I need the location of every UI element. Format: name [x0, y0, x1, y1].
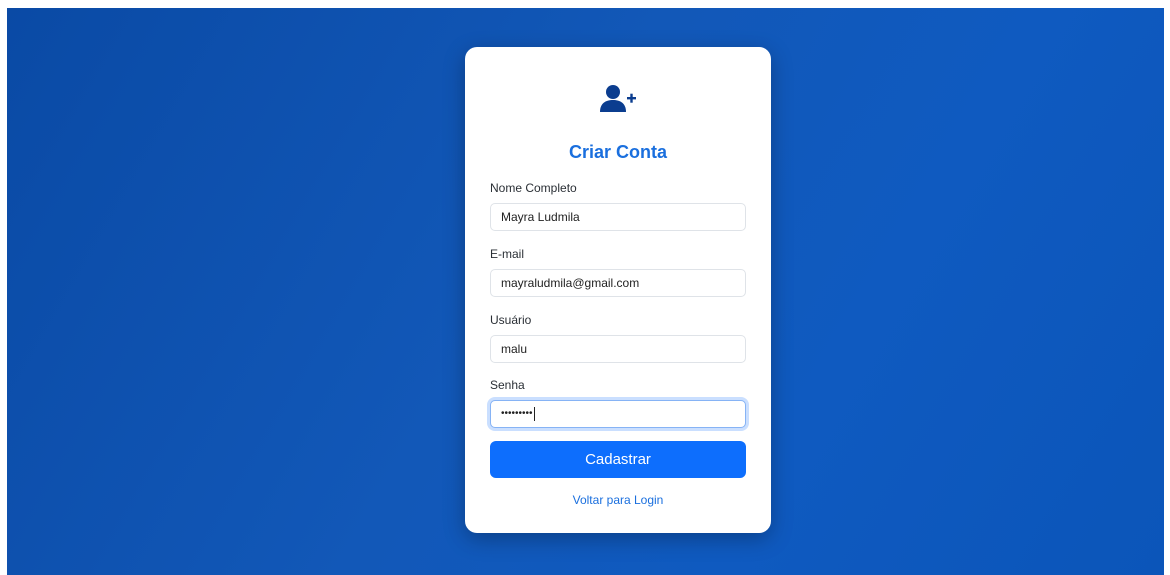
full-name-label: Nome Completo	[490, 181, 577, 195]
page-title: Criar Conta	[568, 142, 667, 162]
username-label: Usuário	[490, 313, 532, 327]
signup-card: Criar Conta Nome Completo Mayra Ludmila …	[465, 47, 771, 533]
back-to-login-link[interactable]: Voltar para Login	[465, 493, 771, 507]
username-input[interactable]: malu	[490, 335, 746, 363]
email-label: E-mail	[490, 247, 525, 261]
full-name-value: Mayra Ludmila	[501, 210, 580, 224]
email-input[interactable]: mayraludmila@gmail.com	[490, 269, 746, 297]
password-value: •••••••••	[501, 408, 533, 419]
user-plus-icon	[600, 85, 636, 112]
header-icon-container	[465, 83, 771, 115]
username-value: malu	[501, 342, 528, 356]
password-label: Senha	[490, 378, 525, 392]
text-caret	[533, 407, 535, 421]
password-input[interactable]: •••••••••	[490, 400, 746, 428]
email-value: mayraludmila@gmail.com	[501, 276, 640, 290]
page-background: Criar Conta Nome Completo Mayra Ludmila …	[7, 8, 1164, 575]
full-name-input[interactable]: Mayra Ludmila	[490, 203, 746, 231]
submit-button[interactable]: Cadastrar	[490, 441, 746, 478]
